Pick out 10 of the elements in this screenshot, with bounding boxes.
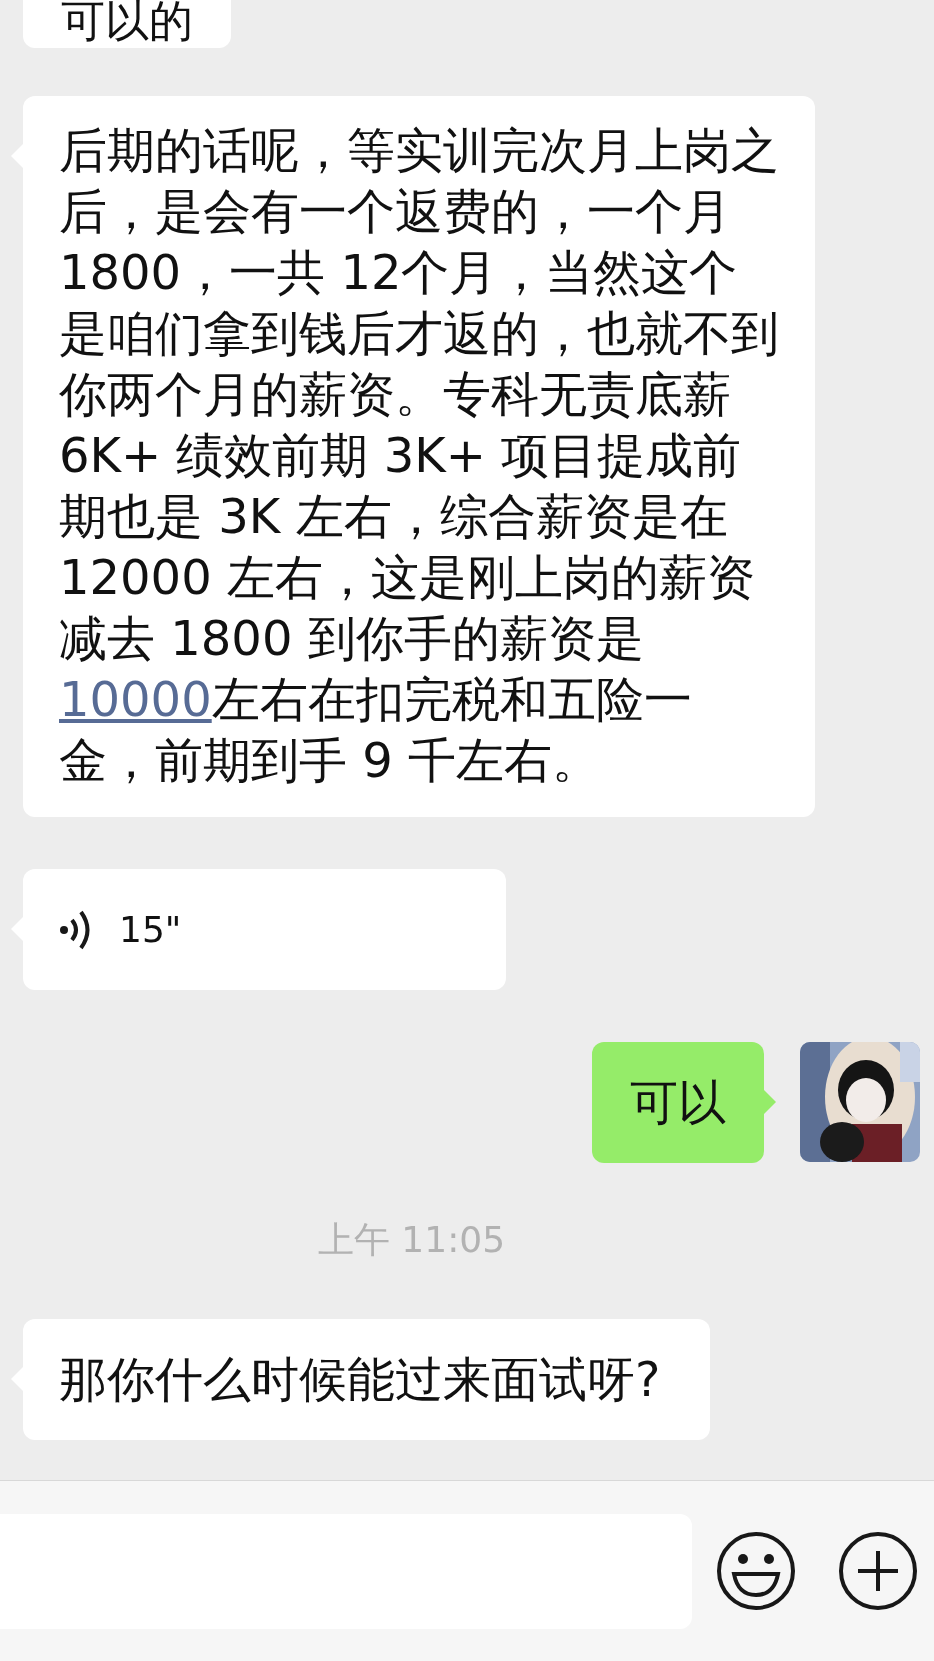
bubble-tail	[764, 1090, 776, 1114]
voice-message[interactable]: 15"	[23, 869, 506, 990]
message-bubble: 后期的话呢，等实训完次月上岗之后，是会有一个返费的，一个月1800，一共 12个月，当然这个是咱们拿到钱后才返的，也就不到你两个月的薪资。专科无责底薪 6K+ 绩效前期 3K+ 项目提成前期也是 3K 左右，综合薪资是在 12000 左右，这是刚上岗的薪资减去 1800 到你手的薪资是 10000左右在扣完税和五险一金，前期到手 9 千左右。	[23, 96, 815, 817]
add-icon[interactable]	[838, 1531, 918, 1611]
message-bubble: 可以的	[23, 0, 231, 48]
link[interactable]: 10000	[59, 671, 212, 727]
message-bubble: 可以	[592, 1042, 764, 1163]
emoji-icon[interactable]	[716, 1531, 796, 1611]
timestamp: 上午 11:05	[317, 1218, 506, 1262]
message-bubble: 那你什么时候能过来面试呀?	[23, 1319, 711, 1440]
